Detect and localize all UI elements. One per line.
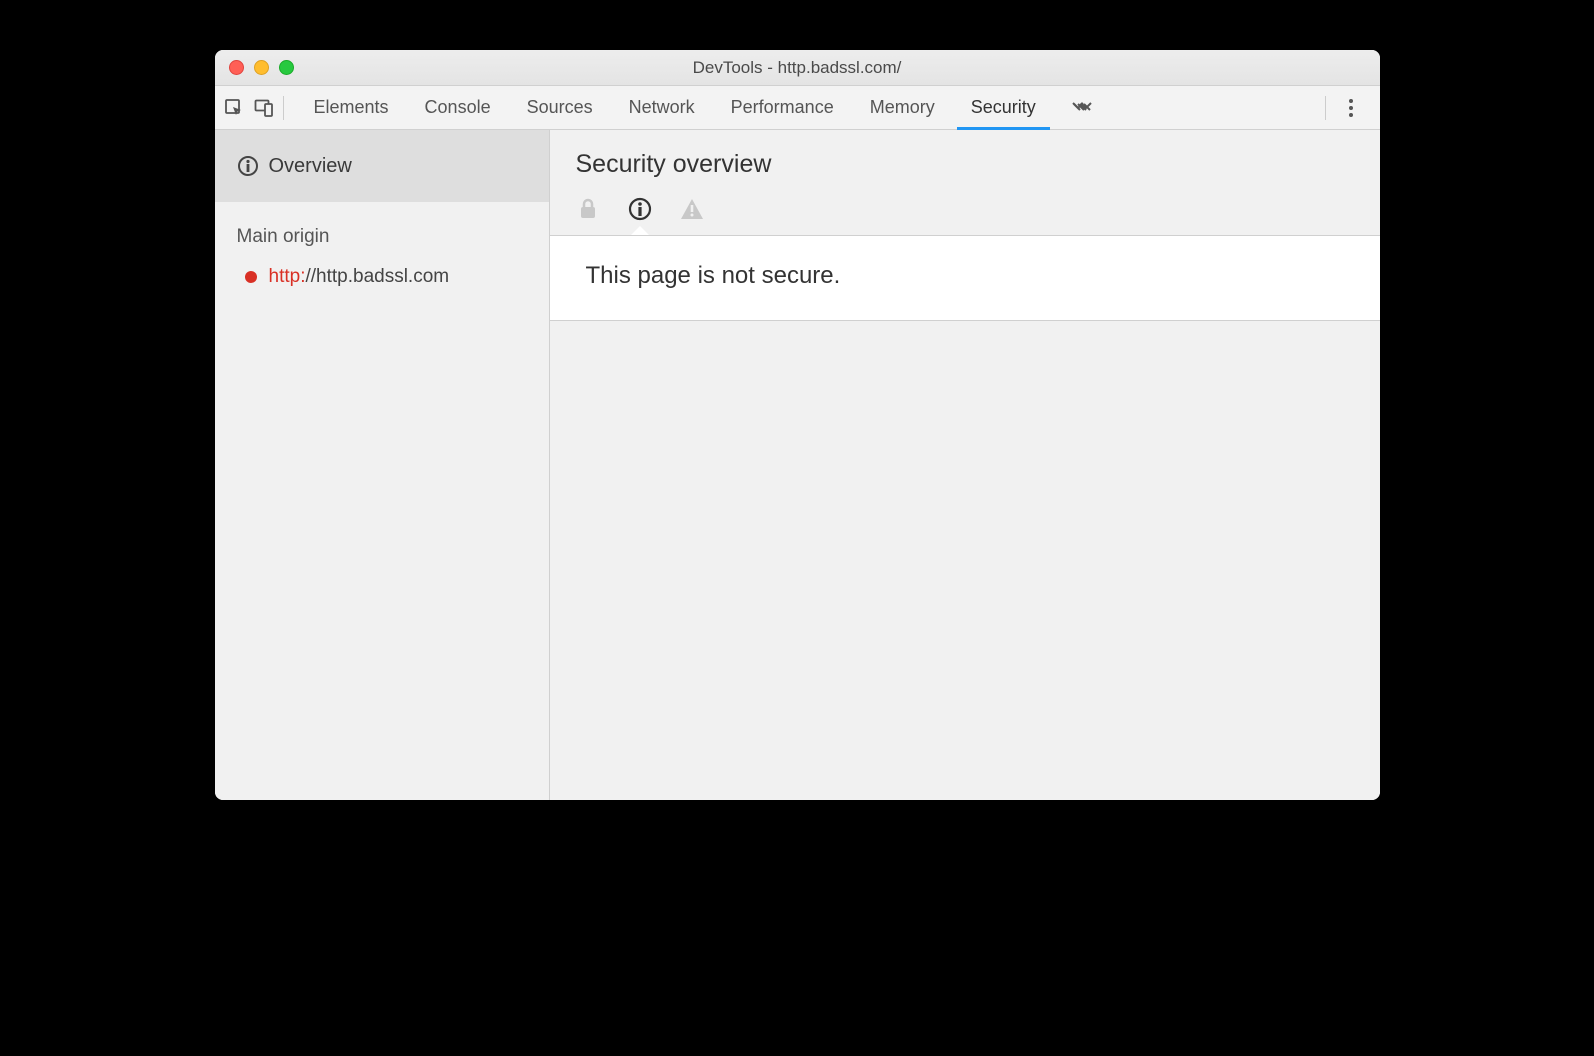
tab-console[interactable]: Console <box>407 86 509 129</box>
sidebar-overview-label: Overview <box>269 155 352 178</box>
sidebar-section-label: Main origin <box>215 202 549 260</box>
security-sidebar: Overview Main origin http://http.badssl.… <box>215 130 550 800</box>
tab-performance[interactable]: Performance <box>713 86 852 129</box>
tab-memory[interactable]: Memory <box>852 86 953 129</box>
origin-url: http://http.badssl.com <box>269 266 450 288</box>
security-overview-heading: Security overview <box>550 130 1380 193</box>
tab-security[interactable]: Security <box>953 86 1054 129</box>
sidebar-overview-item[interactable]: Overview <box>215 130 549 202</box>
titlebar: DevTools - http.badssl.com/ <box>215 50 1380 86</box>
toolbar-left-icons <box>223 96 296 120</box>
tab-elements[interactable]: Elements <box>296 86 407 129</box>
info-icon <box>237 155 259 177</box>
more-menu-icon[interactable] <box>1340 97 1362 119</box>
device-toolbar-icon[interactable] <box>253 97 275 119</box>
toolbar-divider-right <box>1325 96 1326 120</box>
close-window-button[interactable] <box>229 60 244 75</box>
traffic-lights <box>215 60 294 75</box>
zoom-window-button[interactable] <box>279 60 294 75</box>
tabs-overflow-icon[interactable] <box>1054 86 1110 129</box>
security-status-icons <box>550 193 1380 235</box>
tab-sources[interactable]: Sources <box>509 86 611 129</box>
toolbar-divider <box>283 96 284 120</box>
info-icon <box>628 197 652 221</box>
origin-status-dot-icon <box>245 271 257 283</box>
warning-triangle-icon <box>680 197 704 221</box>
origin-scheme: http: <box>269 266 306 287</box>
window-title: DevTools - http.badssl.com/ <box>215 58 1380 78</box>
security-main-panel: Security overview <box>550 130 1380 800</box>
minimize-window-button[interactable] <box>254 60 269 75</box>
origin-host: //http.badssl.com <box>305 266 449 287</box>
devtools-body: Overview Main origin http://http.badssl.… <box>215 130 1380 800</box>
inspect-element-icon[interactable] <box>223 97 245 119</box>
devtools-tabs: Elements Console Sources Network Perform… <box>296 86 1110 129</box>
devtools-window: DevTools - http.badssl.com/ Elements Con… <box>215 50 1380 800</box>
tab-network[interactable]: Network <box>611 86 713 129</box>
security-message: This page is not secure. <box>550 235 1380 321</box>
toolbar-right <box>1325 96 1372 120</box>
sidebar-origin-item[interactable]: http://http.badssl.com <box>215 260 549 294</box>
devtools-toolbar: Elements Console Sources Network Perform… <box>215 86 1380 130</box>
lock-icon <box>576 197 600 221</box>
